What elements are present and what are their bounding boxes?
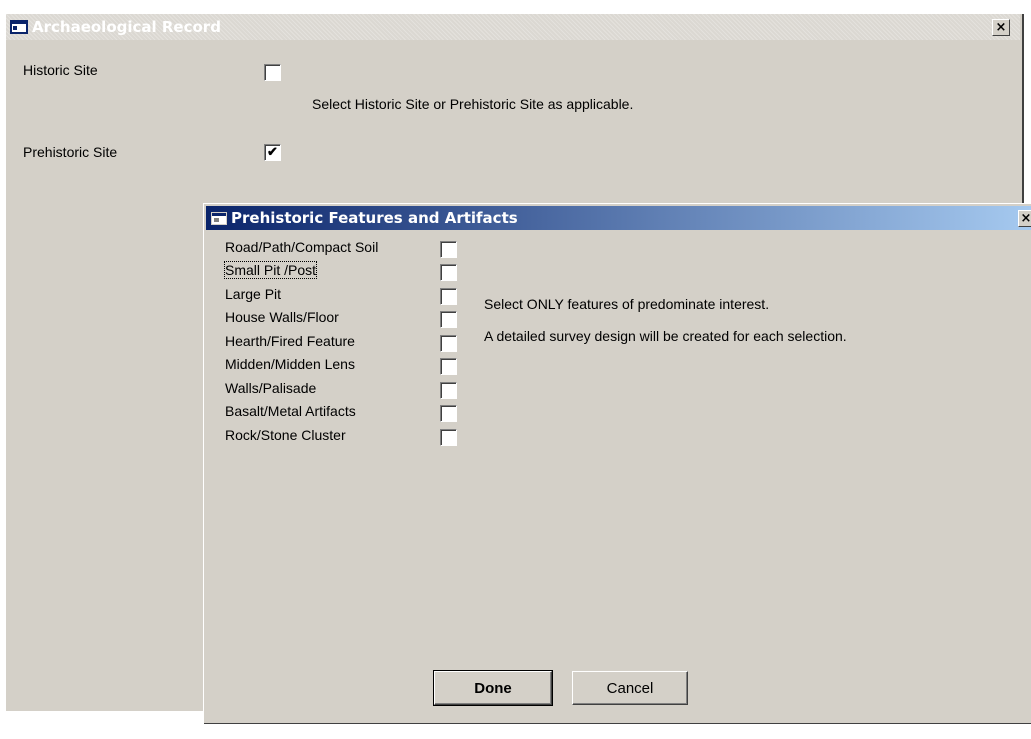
feature-label-large-pit: Large Pit [225,286,282,302]
feature-label-walls-palisade: Walls/Palisade [225,380,317,396]
historic-site-checkbox[interactable] [264,64,281,81]
done-button[interactable]: Done [433,670,553,706]
feature-label-rock-stone: Rock/Stone Cluster [225,427,346,443]
feature-checkbox-small-pit[interactable] [440,264,457,281]
feature-label-midden: Midden/Midden Lens [225,356,355,372]
feature-checkbox-midden[interactable] [440,358,457,375]
main-close-icon[interactable]: × [992,19,1010,36]
feature-label-house-walls: House Walls/Floor [225,309,339,325]
dialog-note-interest: Select ONLY features of predominate inte… [484,296,770,312]
feature-checkbox-hearth[interactable] [440,335,457,352]
feature-label-basalt-metal: Basalt/Metal Artifacts [225,403,356,419]
dialog-close-icon[interactable]: × [1018,210,1031,227]
feature-checkbox-basalt-metal[interactable] [440,405,457,422]
feature-checkbox-road-path[interactable] [440,241,457,258]
feature-checkbox-house-walls[interactable] [440,311,457,328]
dialog-note-survey: A detailed survey design will be created… [484,328,847,344]
dialog-title: Prehistoric Features and Artifacts [231,209,518,227]
feature-label-small-pit: Small Pit /Post [223,261,318,279]
dialog-titlebar[interactable]: Prehistoric Features and Artifacts × [206,206,1031,230]
feature-checkbox-walls-palisade[interactable] [440,382,457,399]
feature-checkbox-large-pit[interactable] [440,288,457,305]
prehistoric-features-dialog: Prehistoric Features and Artifacts × Roa… [203,203,1031,724]
main-window-title: Archaeological Record [32,18,221,36]
window-app-icon [10,20,28,34]
dialog-app-icon [211,211,227,225]
site-instruction-text: Select Historic Site or Prehistoric Site… [312,96,634,112]
feature-label-road-path: Road/Path/Compact Soil [225,239,379,255]
prehistoric-site-label: Prehistoric Site [23,144,118,160]
feature-checkbox-rock-stone[interactable] [440,429,457,446]
feature-label-hearth: Hearth/Fired Feature [225,333,355,349]
historic-site-label: Historic Site [23,62,98,78]
cancel-button[interactable]: Cancel [572,671,688,705]
checkmark-icon: ✔ [267,144,278,159]
prehistoric-site-checkbox[interactable]: ✔ [264,144,281,161]
main-titlebar[interactable]: Archaeological Record × [6,14,1020,40]
